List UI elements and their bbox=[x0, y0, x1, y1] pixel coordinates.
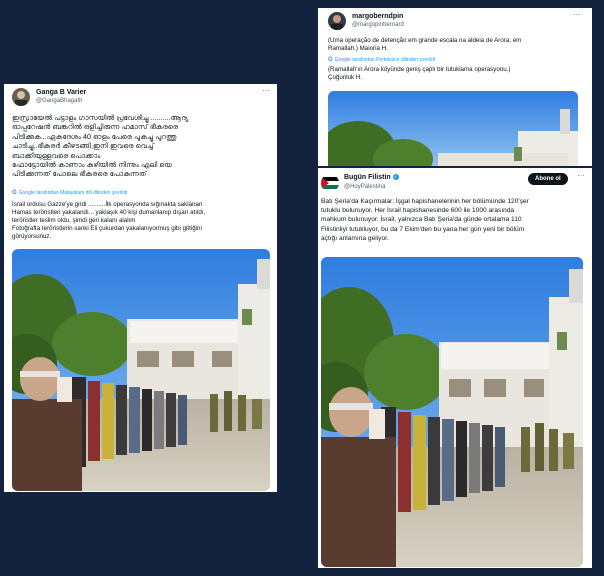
display-name[interactable]: margoberndpin bbox=[352, 13, 403, 20]
user-avatar-icon bbox=[331, 15, 343, 30]
palestine-flag-icon bbox=[321, 177, 339, 189]
translated-text: (Ramallah'ın Arora köyünde geniş çaplı b… bbox=[328, 66, 511, 81]
user-handle[interactable]: @margopinbernard bbox=[352, 22, 404, 28]
user-handle[interactable]: @HoyPalestina bbox=[344, 184, 385, 190]
translated-text: İsrail ordusu Gazze'ye girdi ..........İ… bbox=[12, 201, 206, 240]
display-name[interactable]: Bugün Filistin ✓ bbox=[344, 174, 399, 181]
detainees-photo bbox=[12, 249, 270, 491]
tweet-photo[interactable] bbox=[12, 249, 270, 491]
more-icon[interactable]: ··· bbox=[573, 10, 581, 19]
verified-icon: ✓ bbox=[392, 174, 399, 181]
tweet-card-margo[interactable]: margoberndpin @margopinbernard ··· (Uma … bbox=[318, 8, 592, 166]
user-avatar-icon bbox=[15, 91, 27, 106]
avatar[interactable] bbox=[321, 174, 339, 192]
tweet-card-bugun-filistin[interactable]: Bugün Filistin ✓ @HoyPalestina Abone ol ·… bbox=[318, 168, 592, 568]
google-icon: G bbox=[328, 57, 333, 63]
tweet-card-ganga[interactable]: Ganga B Varier @GangaBhagath ··· ഇസ്രായേ… bbox=[4, 84, 277, 492]
village-photo bbox=[328, 91, 578, 166]
detainees-photo bbox=[321, 257, 583, 567]
tweet-text: (Uma operação de detenção em grande esca… bbox=[328, 37, 522, 52]
more-icon[interactable]: ··· bbox=[262, 86, 270, 95]
avatar[interactable] bbox=[328, 12, 346, 30]
avatar[interactable] bbox=[12, 88, 30, 106]
google-icon: G bbox=[12, 190, 17, 196]
follow-button[interactable]: Abone ol bbox=[528, 173, 568, 185]
translation-attribution[interactable]: G Google tarafından Malayalam dili dilind… bbox=[12, 190, 127, 196]
display-name[interactable]: Ganga B Varier bbox=[36, 89, 86, 96]
tweet-photo[interactable] bbox=[321, 257, 583, 567]
tweet-text: Batı Şeria'da Kaçırmalar: İşgal hapishan… bbox=[321, 198, 529, 242]
tweet-text: ഇസ്രായേൽ പട്ടാളം ഗാസയിൽ പ്രവേശിച്ചു ....… bbox=[12, 113, 189, 179]
user-handle[interactable]: @GangaBhagath bbox=[36, 98, 82, 104]
more-icon[interactable]: ··· bbox=[577, 171, 585, 180]
tweet-photo[interactable] bbox=[328, 91, 578, 166]
translation-attribution[interactable]: G Google tarafından Portekizce dilinden ç… bbox=[328, 57, 435, 63]
